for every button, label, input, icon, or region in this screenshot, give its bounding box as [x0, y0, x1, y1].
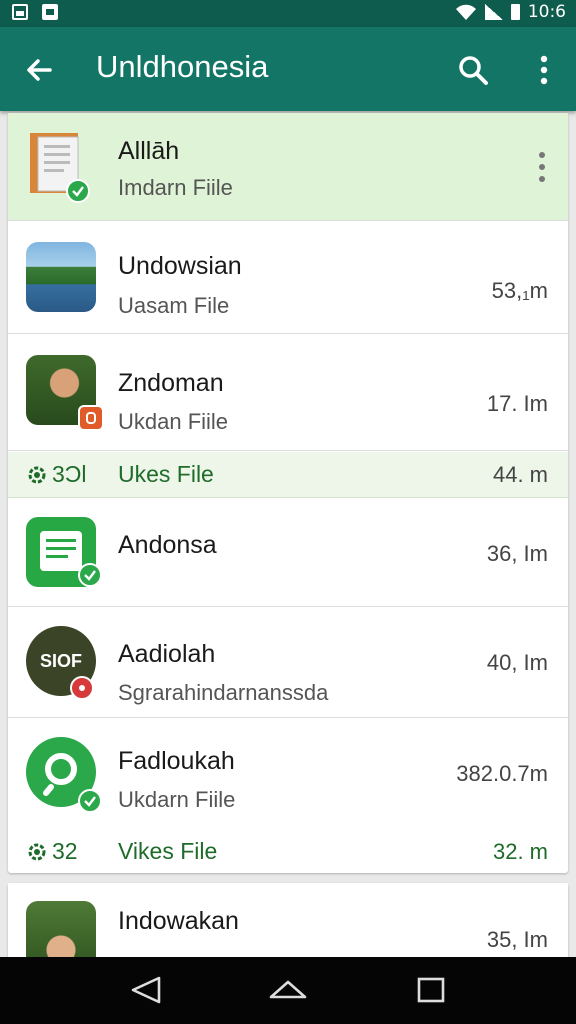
- app-badge-icon: [78, 405, 104, 431]
- clock: 10:6: [527, 2, 566, 22]
- status-bar: 10:6: [0, 0, 576, 27]
- list-item-andonsa[interactable]: Andonsa 36, Im: [8, 499, 568, 607]
- photo-thumbnail: [26, 901, 96, 957]
- item-size: 40, Im: [486, 650, 548, 675]
- item-subtitle: Ukdarn Fiile: [118, 787, 236, 812]
- item-title: Undowsian: [118, 252, 242, 280]
- landscape-thumbnail: [26, 242, 96, 312]
- group-size: 44. m: [492, 462, 548, 487]
- list-item-aadiolah[interactable]: SIOF Aadiolah Sgrarahindarnanssda 40, Im: [8, 608, 568, 718]
- list-item-undowsian[interactable]: Undowsian Uasam File 53,₁m: [8, 222, 568, 334]
- group-footer[interactable]: 32 Vikes File 32. m: [8, 829, 568, 871]
- item-size: 53,₁m: [491, 278, 548, 303]
- nav-back-button[interactable]: [126, 973, 166, 1007]
- item-subtitle: Sgrarahindarnanssda: [118, 680, 329, 705]
- list-item-alllah[interactable]: Alllāh Imdarn Fiile: [8, 113, 568, 221]
- item-title: Zndoman: [118, 369, 224, 397]
- gallery-notification-icon: [12, 4, 28, 20]
- item-more-button[interactable]: [534, 147, 550, 187]
- group-count: 3Ɔl: [26, 461, 87, 488]
- list-item-indowakan[interactable]: Indowakan 35, Im: [8, 883, 568, 957]
- app-bar: Unldhonesia: [0, 27, 576, 111]
- nav-recents-icon: [417, 977, 445, 1003]
- nav-back-icon: [131, 976, 161, 1004]
- search-button[interactable]: [452, 49, 494, 91]
- navigation-bar: [0, 957, 576, 1024]
- item-title: Andonsa: [118, 531, 217, 559]
- alert-badge-icon: [70, 676, 94, 700]
- more-vert-icon: [539, 152, 545, 182]
- item-size: 36, Im: [486, 541, 548, 566]
- group-size: 32. m: [492, 839, 548, 864]
- app-notification-icon: [42, 4, 58, 20]
- item-size: 382.0.7m: [456, 761, 548, 786]
- group-label: Ukes File: [118, 461, 214, 487]
- arrow-back-icon: [27, 59, 52, 81]
- back-button[interactable]: [18, 49, 60, 91]
- nav-home-button[interactable]: [268, 973, 308, 1007]
- thumb-text: SIOF: [39, 650, 82, 671]
- item-size: 17. Im: [486, 391, 548, 416]
- more-vert-icon: [540, 55, 548, 85]
- item-subtitle: Ukdan Fiile: [118, 409, 229, 434]
- wifi-icon: [455, 4, 476, 20]
- nav-recents-button[interactable]: [412, 973, 452, 1007]
- file-list: Alllāh Imdarn Fiile Undowsian Uasam File…: [0, 111, 576, 957]
- gear-icon: [28, 843, 46, 860]
- list-item-zndoman[interactable]: Zndoman Ukdan Fiile 17. Im: [8, 335, 568, 451]
- item-subtitle: Uasam File: [118, 293, 230, 318]
- item-title: Aadiolah: [118, 640, 216, 668]
- check-badge-icon: [78, 563, 102, 587]
- gear-icon: [28, 466, 46, 483]
- search-icon: [459, 56, 488, 85]
- group-header[interactable]: 3Ɔl Ukes File 44. m: [8, 452, 568, 498]
- overflow-menu-button[interactable]: [526, 49, 562, 91]
- item-title: Alllāh: [118, 137, 180, 165]
- item-subtitle: Imdarn Fiile: [118, 175, 233, 200]
- group-label: Vikes File: [118, 838, 218, 864]
- item-title: Indowakan: [118, 907, 239, 935]
- item-size: 35, Im: [486, 927, 548, 952]
- nav-home-icon: [269, 980, 307, 999]
- group-count: 32: [26, 838, 78, 865]
- page-title: Unldhonesia: [96, 49, 269, 84]
- check-badge-icon: [66, 179, 90, 203]
- list-item-fadloukah[interactable]: Fadloukah Ukdarn Fiile 382.0.7m: [8, 719, 568, 829]
- signal-icon: [484, 4, 503, 20]
- check-badge-icon: [78, 789, 102, 813]
- battery-icon: [510, 4, 520, 20]
- item-title: Fadloukah: [118, 747, 235, 775]
